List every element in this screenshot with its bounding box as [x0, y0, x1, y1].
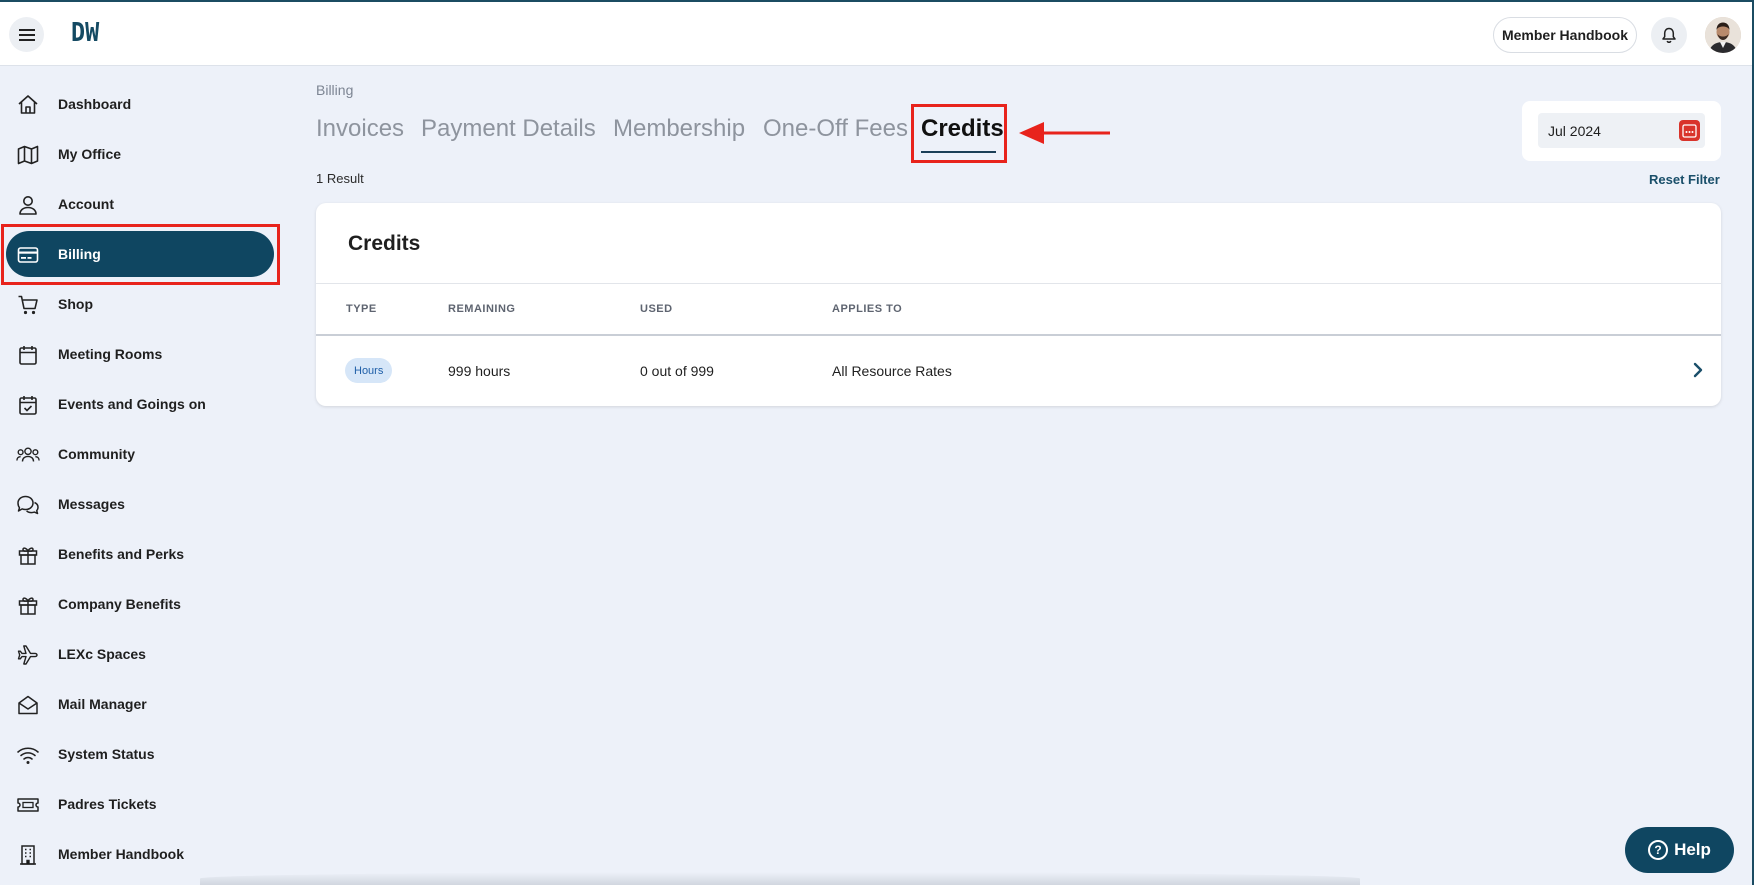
month-picker[interactable]: Jul 2024: [1538, 113, 1705, 148]
applies-to-cell: All Resource Rates: [832, 363, 952, 379]
gift-icon: [16, 543, 40, 567]
column-header-used: USED: [640, 303, 673, 315]
calendar-picker-icon[interactable]: [1679, 120, 1700, 141]
sidebar-item-events[interactable]: Events and Goings on: [6, 381, 274, 427]
sidebar-item-my-office[interactable]: My Office: [6, 131, 274, 177]
column-header-type: TYPE: [346, 303, 377, 315]
gift-icon: [16, 593, 40, 617]
sidebar-item-meeting-rooms[interactable]: Meeting Rooms: [6, 331, 274, 377]
help-button[interactable]: ? Help: [1625, 827, 1734, 873]
month-value: Jul 2024: [1548, 123, 1601, 139]
sidebar-item-label: Company Benefits: [58, 596, 181, 612]
reset-filter-link[interactable]: Reset Filter: [1649, 172, 1720, 187]
home-icon: [16, 93, 40, 117]
sidebar-item-label: Padres Tickets: [58, 796, 157, 812]
column-header-applies-to: APPLIES TO: [832, 303, 903, 315]
user-icon: [16, 193, 40, 217]
remaining-cell: 999 hours: [448, 363, 511, 379]
wifi-icon: [16, 743, 40, 767]
help-label: Help: [1674, 840, 1711, 859]
billing-highlight-box: [1, 224, 280, 285]
calendar-icon: [16, 343, 40, 367]
question-icon: ?: [1648, 840, 1669, 860]
ticket-icon: [16, 793, 40, 817]
calendar-check-icon: [16, 393, 40, 417]
top-bar: DW Member Handbook: [0, 0, 1754, 66]
users-icon: [16, 443, 40, 467]
credits-card: Credits TYPE REMAINING USED APPLIES TO H…: [316, 203, 1721, 406]
avatar-image: [1705, 17, 1741, 53]
mail-open-icon: [16, 693, 40, 717]
credits-highlight-box: [911, 104, 1007, 163]
divider: [316, 283, 1721, 284]
sidebar-item-label: Meeting Rooms: [58, 346, 163, 362]
annotation-arrow-icon: [1019, 122, 1110, 144]
plane-icon: [16, 643, 40, 667]
hamburger-icon: [18, 28, 35, 41]
bottom-shadow: [200, 872, 1360, 885]
type-badge: Hours: [345, 358, 393, 383]
tab-invoices[interactable]: Invoices: [316, 115, 404, 143]
chevron-right-icon[interactable]: [1692, 361, 1704, 379]
breadcrumb: Billing: [316, 82, 354, 98]
sidebar-item-label: Account: [58, 196, 114, 212]
sidebar-item-messages[interactable]: Messages: [6, 481, 274, 527]
sidebar-item-label: Messages: [58, 496, 125, 512]
sidebar-item-label: Events and Goings on: [58, 396, 206, 412]
sidebar-item-label: Dashboard: [58, 96, 132, 112]
card-title: Credits: [348, 232, 421, 255]
sidebar-item-label: Shop: [58, 296, 93, 312]
sidebar-item-padres-tickets[interactable]: Padres Tickets: [6, 781, 274, 827]
notifications-button[interactable]: [1651, 17, 1687, 53]
sidebar-item-community[interactable]: Community: [6, 431, 274, 477]
member-handbook-button[interactable]: Member Handbook: [1493, 17, 1637, 53]
menu-button[interactable]: [9, 17, 44, 52]
sidebar-item-system-status[interactable]: System Status: [6, 731, 274, 777]
sidebar-item-label: Community: [58, 446, 135, 462]
table-row[interactable]: Hours 999 hours 0 out of 999 All Resourc…: [316, 336, 1721, 404]
tab-one-off-fees[interactable]: One-Off Fees: [763, 115, 908, 143]
sidebar-item-label: Member Handbook: [58, 846, 185, 862]
sidebar-item-label: Benefits and Perks: [58, 546, 185, 562]
sidebar-item-label: My Office: [58, 146, 122, 162]
result-count: 1 Result: [316, 171, 364, 186]
sidebar-item-shop[interactable]: Shop: [6, 281, 274, 327]
sidebar-item-lexc-spaces[interactable]: LEXc Spaces: [6, 631, 274, 677]
sidebar-item-mail-manager[interactable]: Mail Manager: [6, 681, 274, 727]
sidebar-item-dashboard[interactable]: Dashboard: [6, 81, 274, 127]
sidebar-item-account[interactable]: Account: [6, 181, 274, 227]
date-filter-card: Jul 2024: [1522, 101, 1721, 161]
tab-payment-details[interactable]: Payment Details: [421, 115, 596, 143]
sidebar-item-member-handbook[interactable]: Member Handbook: [6, 831, 274, 877]
sidebar-item-label: LEXc Spaces: [58, 646, 146, 662]
bell-icon: [1662, 27, 1676, 43]
user-avatar[interactable]: [1705, 17, 1741, 53]
sidebar-item-benefits-perks[interactable]: Benefits and Perks: [6, 531, 274, 577]
column-header-remaining: REMAINING: [448, 303, 516, 315]
sidebar-item-company-benefits[interactable]: Company Benefits: [6, 581, 274, 627]
building-icon: [16, 843, 40, 867]
cart-icon: [16, 293, 40, 317]
map-icon: [16, 143, 40, 167]
logo[interactable]: DW: [71, 18, 99, 48]
chat-icon: [16, 493, 40, 517]
used-cell: 0 out of 999: [640, 363, 714, 379]
sidebar-item-label: Mail Manager: [58, 696, 147, 712]
sidebar-item-label: System Status: [58, 746, 155, 762]
sidebar: Dashboard My Office Account Billing Shop…: [0, 66, 285, 885]
tab-membership[interactable]: Membership: [613, 115, 745, 143]
